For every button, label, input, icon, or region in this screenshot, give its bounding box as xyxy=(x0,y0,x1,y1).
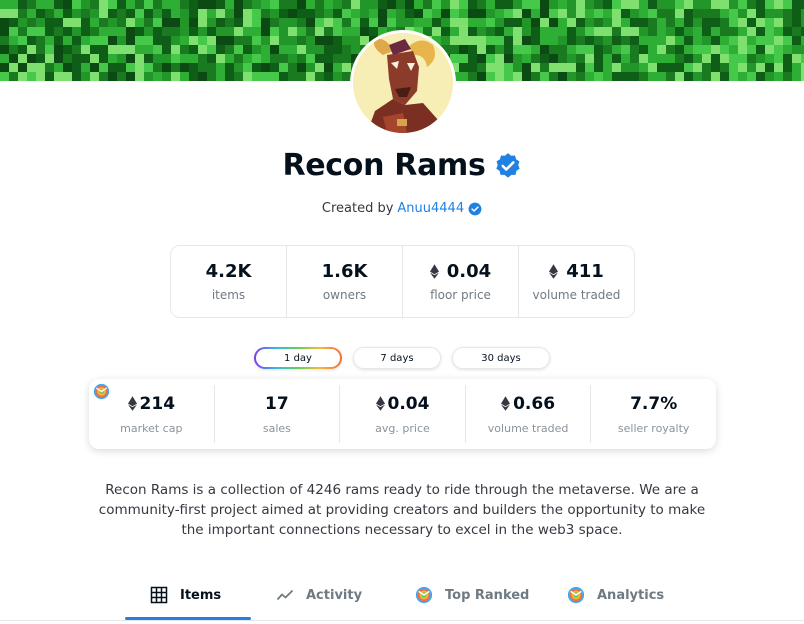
ethereum-icon xyxy=(429,264,439,279)
collection-tabs: Items Activity Top Ranked Analytics xyxy=(0,578,804,624)
created-by-label: Created by xyxy=(321,201,394,216)
tab-activity[interactable]: Activity xyxy=(276,578,362,612)
creator-line: Created by Anuu4444 xyxy=(0,201,804,216)
metric-label: avg. price xyxy=(375,421,430,435)
stat-label: floor price xyxy=(430,288,491,302)
period-metrics: 214 market cap 17 sales 0.04 avg. price … xyxy=(89,379,716,449)
metric-value: 17 xyxy=(265,393,289,414)
collection-title: Recon Rams xyxy=(282,148,486,183)
metric-value: 0.04 xyxy=(387,393,430,414)
rainbow-logo-icon xyxy=(567,586,585,604)
metric-volume-traded[interactable]: 0.66 volume traded xyxy=(466,385,592,443)
metric-seller-royalty[interactable]: 7.7% seller royalty xyxy=(591,385,716,443)
stat-label: owners xyxy=(322,288,367,302)
period-selector: 1 day 7 days 30 days xyxy=(254,347,550,369)
stat-owners[interactable]: 1.6K owners xyxy=(287,246,403,317)
ram-avatar-image xyxy=(353,33,453,133)
tab-label: Items xyxy=(180,587,222,603)
rainbow-logo-icon xyxy=(415,586,433,604)
stat-value: 4.2K xyxy=(205,261,252,282)
metric-avg-price[interactable]: 0.04 avg. price xyxy=(340,385,466,443)
verified-badge-icon xyxy=(495,152,520,178)
tab-label: Top Ranked xyxy=(445,587,530,603)
collection-stats: 4.2K items 1.6K owners 0.04 floor price … xyxy=(170,245,635,318)
tab-items[interactable]: Items xyxy=(150,578,221,612)
stat-floor-price[interactable]: 0.04 floor price xyxy=(403,246,519,317)
ethereum-icon xyxy=(501,396,511,411)
period-30-days-button[interactable]: 30 days xyxy=(452,347,550,369)
period-1-day-button[interactable]: 1 day xyxy=(254,347,342,369)
metric-label: volume traded xyxy=(487,421,569,435)
tab-label: Analytics xyxy=(597,587,665,603)
tab-top-ranked[interactable]: Top Ranked xyxy=(415,578,529,612)
metric-value: 7.7% xyxy=(630,393,678,414)
metric-sales[interactable]: 17 sales xyxy=(215,385,341,443)
collection-avatar[interactable] xyxy=(350,30,456,136)
stat-items[interactable]: 4.2K items xyxy=(171,246,287,317)
collection-description: Recon Rams is a collection of 4246 rams … xyxy=(98,482,706,538)
creator-link[interactable]: Anuu4444 xyxy=(397,201,464,216)
ethereum-icon xyxy=(549,264,559,279)
period-7-days-button[interactable]: 7 days xyxy=(353,347,441,369)
tab-analytics[interactable]: Analytics xyxy=(567,578,664,612)
tabs-divider xyxy=(0,620,804,621)
verified-badge-icon xyxy=(468,202,482,215)
ethereum-icon xyxy=(375,396,385,411)
activity-chart-icon xyxy=(276,589,294,601)
tab-label: Activity xyxy=(306,587,363,603)
ethereum-icon xyxy=(127,396,137,411)
metric-label: seller royalty xyxy=(617,421,690,435)
rainbow-logo-icon xyxy=(93,383,110,400)
stat-label: items xyxy=(211,288,246,302)
stat-value: 411 xyxy=(566,261,604,282)
stat-value: 1.6K xyxy=(321,261,368,282)
metric-label: sales xyxy=(262,421,291,435)
grid-icon xyxy=(150,586,168,604)
metric-value: 214 xyxy=(139,393,176,414)
metric-label: market cap xyxy=(120,421,183,435)
metric-value: 0.66 xyxy=(513,393,556,414)
stat-volume-traded[interactable]: 411 volume traded xyxy=(519,246,634,317)
stat-label: volume traded xyxy=(532,288,621,302)
stat-value: 0.04 xyxy=(446,261,492,282)
